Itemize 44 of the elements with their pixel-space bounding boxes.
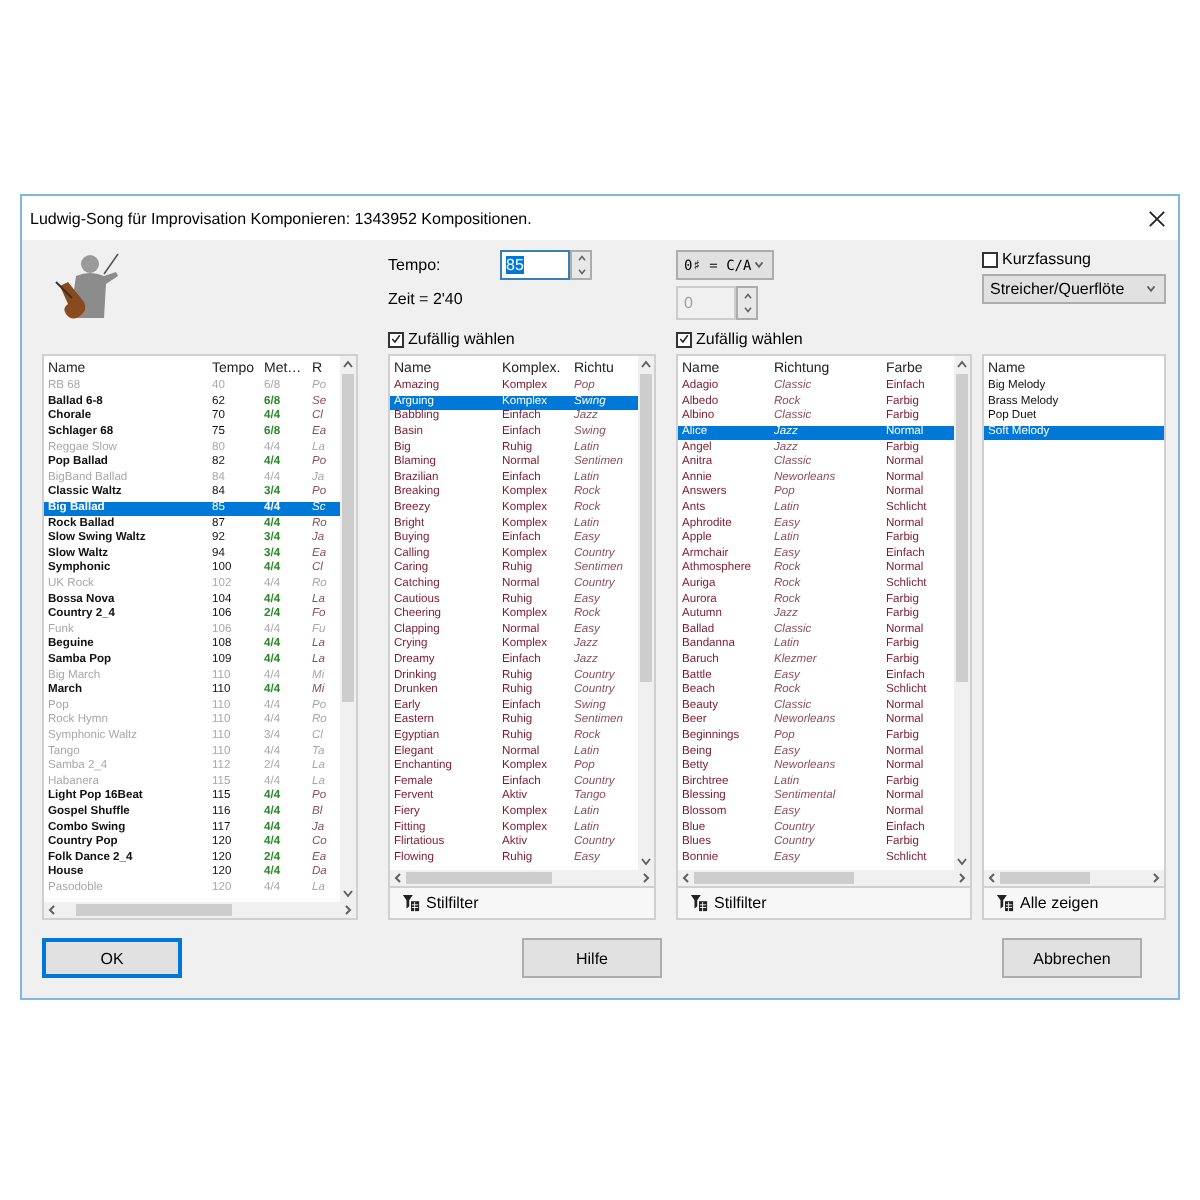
vertical-scrollbar[interactable] bbox=[638, 356, 654, 870]
filter-icon bbox=[402, 894, 420, 912]
scroll-right-icon[interactable] bbox=[1148, 870, 1164, 886]
horizontal-scrollbar[interactable] bbox=[390, 870, 654, 886]
filter-button[interactable]: Stilfilter bbox=[676, 888, 972, 920]
show-all-button[interactable]: Alle zeigen bbox=[982, 888, 1166, 920]
checkbox[interactable] bbox=[982, 251, 998, 267]
dialog-button[interactable]: Hilfe bbox=[522, 938, 662, 978]
checkbox[interactable] bbox=[388, 331, 404, 347]
horizontal-scrollbar[interactable] bbox=[678, 870, 970, 886]
scroll-up-icon[interactable] bbox=[954, 356, 970, 372]
scroll-up-icon[interactable] bbox=[340, 356, 356, 372]
filter-button[interactable]: Stilfilter bbox=[388, 888, 656, 920]
horizontal-scrollbar[interactable] bbox=[44, 902, 356, 918]
vertical-scrollbar[interactable] bbox=[340, 356, 356, 902]
scroll-right-icon[interactable] bbox=[638, 870, 654, 886]
scroll-down-icon[interactable] bbox=[340, 886, 356, 902]
scroll-left-icon[interactable] bbox=[44, 902, 60, 918]
chevron-down-icon[interactable] bbox=[1144, 282, 1158, 296]
dialog-button[interactable]: OK bbox=[42, 938, 182, 978]
instrumentation-dropdown[interactable]: Streicher/Querflöte bbox=[982, 274, 1166, 304]
scroll-down-icon[interactable] bbox=[638, 854, 654, 870]
scroll-left-icon[interactable] bbox=[984, 870, 1000, 886]
tempo-label: Tempo: bbox=[388, 256, 443, 274]
checkbox[interactable] bbox=[676, 331, 692, 347]
scroll-left-icon[interactable] bbox=[678, 870, 694, 886]
chevron-down-icon[interactable] bbox=[752, 258, 766, 272]
scroll-down-icon[interactable] bbox=[954, 854, 970, 870]
scroll-up-icon[interactable] bbox=[638, 356, 654, 372]
scroll-right-icon[interactable] bbox=[340, 902, 356, 918]
checkbox-label: Zufällig wählen bbox=[696, 330, 803, 348]
close-icon[interactable] bbox=[1148, 209, 1166, 227]
scroll-right-icon[interactable] bbox=[954, 870, 970, 886]
scroll-left-icon[interactable] bbox=[390, 870, 406, 886]
duration-label: Zeit = 2'40 bbox=[388, 290, 465, 308]
checkbox-label: Kurzfassung bbox=[1002, 250, 1091, 268]
dialog-button[interactable]: Abbrechen bbox=[1002, 938, 1142, 978]
horizontal-scrollbar[interactable] bbox=[984, 870, 1164, 886]
window-title: Ludwig-Song für Improvisation Komponieren: 1343952 Kompositionen. bbox=[30, 209, 532, 227]
vertical-scrollbar[interactable] bbox=[954, 356, 970, 870]
filter-icon bbox=[690, 894, 708, 912]
tempo-field[interactable]: 85 bbox=[500, 250, 570, 280]
filter-icon bbox=[996, 894, 1014, 912]
checkbox-label: Zufällig wählen bbox=[408, 330, 515, 348]
